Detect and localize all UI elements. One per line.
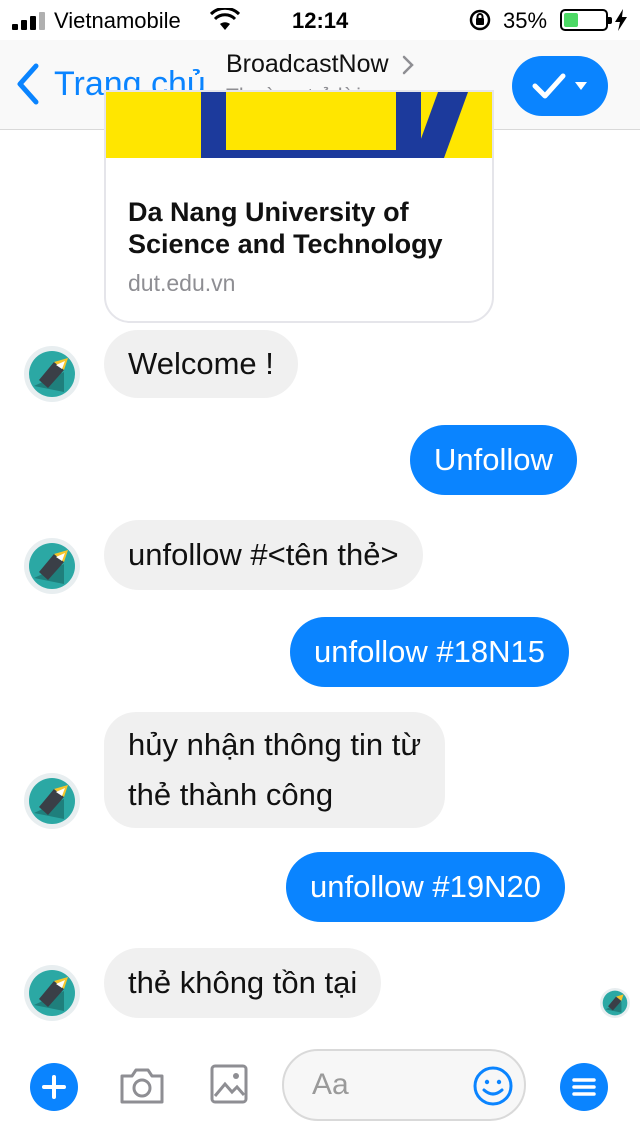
bot-avatar[interactable]	[24, 773, 80, 829]
rotation-lock-icon	[469, 9, 491, 31]
message-input[interactable]	[312, 1065, 462, 1105]
wifi-icon	[210, 8, 240, 30]
charging-icon	[615, 9, 627, 31]
checkmark-icon	[532, 73, 566, 99]
seen-indicator-avatar	[600, 988, 630, 1018]
chevron-left-icon	[17, 63, 39, 105]
menu-button[interactable]	[560, 1063, 608, 1111]
preview-image	[106, 92, 492, 166]
message-composer	[0, 1040, 640, 1136]
message-bubble-incoming[interactable]: unfollow #<tên thẻ>	[104, 520, 423, 590]
message-bubble-outgoing[interactable]: unfollow #19N20	[286, 852, 565, 922]
bot-avatar[interactable]	[24, 965, 80, 1021]
message-bubble-incoming[interactable]: thẻ không tồn tại	[104, 948, 382, 1018]
menu-icon	[572, 1078, 596, 1096]
preview-url: dut.edu.vn	[128, 270, 236, 296]
megaphone-icon	[29, 778, 75, 824]
clock: 12:14	[292, 8, 349, 33]
follow-status-button[interactable]	[512, 56, 608, 116]
camera-icon[interactable]	[118, 1064, 166, 1108]
status-bar: Vietnamobile 12:14 35%	[0, 0, 640, 40]
emoji-icon[interactable]	[472, 1065, 514, 1107]
bot-avatar[interactable]	[24, 346, 80, 402]
message-bubble-outgoing[interactable]: unfollow #18N15	[290, 617, 569, 687]
preview-title: Da Nang University of Science and Techno…	[128, 197, 443, 259]
message-line: thẻ thành công	[128, 777, 334, 812]
message-bubble-outgoing[interactable]: Unfollow	[410, 425, 577, 495]
caret-down-icon	[575, 82, 587, 90]
message-input-field[interactable]	[282, 1049, 526, 1121]
signal-icon	[12, 12, 48, 30]
megaphone-icon	[29, 543, 75, 589]
battery-icon	[560, 9, 612, 31]
more-actions-button[interactable]	[30, 1063, 78, 1111]
plus-icon	[42, 1075, 66, 1099]
chevron-right-icon	[402, 55, 414, 74]
link-preview-card[interactable]: Da Nang University of Science and Techno…	[104, 90, 494, 323]
message-bubble-incoming[interactable]: Welcome !	[104, 330, 298, 398]
bot-avatar[interactable]	[24, 538, 80, 594]
megaphone-icon	[602, 990, 628, 1016]
image-icon[interactable]	[210, 1062, 248, 1106]
megaphone-icon	[29, 970, 75, 1016]
carrier-name: Vietnamobile	[54, 8, 181, 33]
battery-percent: 35%	[503, 8, 548, 33]
contact-name: BroadcastNow	[226, 50, 389, 78]
megaphone-icon	[29, 351, 75, 397]
message-bubble-incoming[interactable]: hủy nhận thông tin từ thẻ thành công	[104, 712, 446, 828]
message-line: hủy nhận thông tin từ	[128, 727, 422, 762]
